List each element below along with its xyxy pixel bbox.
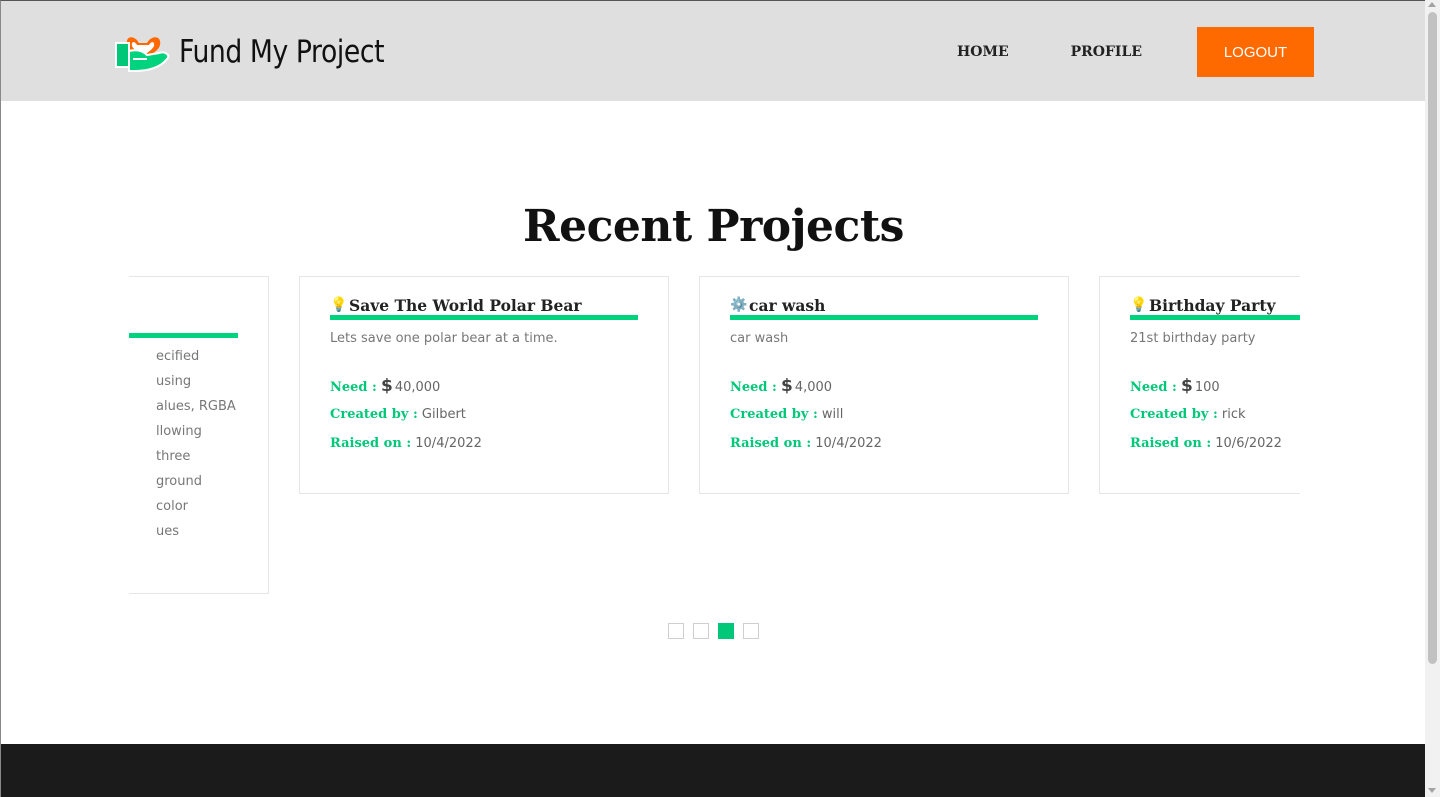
- raised-on-row: Raised on : 10/6/2022: [1130, 435, 1300, 464]
- carousel-dot[interactable]: [693, 623, 709, 639]
- card-description-line: ues: [156, 524, 180, 539]
- lightbulb-icon: 💡: [330, 297, 348, 313]
- projects-carousel[interactable]: ecified using alues, RGBA llowing three …: [129, 276, 1300, 596]
- need-label: Need :: [730, 380, 777, 395]
- card-meta: Need : $4,000 Created by : will Raised o…: [730, 377, 1038, 464]
- section-title: Recent Projects: [523, 201, 904, 252]
- created-by-value: will: [821, 407, 844, 422]
- card-title[interactable]: ⚙️ car wash: [730, 295, 1038, 315]
- need-label: Need :: [1130, 380, 1177, 395]
- need-label: Need :: [330, 380, 377, 395]
- carousel-dot[interactable]: [743, 623, 759, 639]
- nav-home-link[interactable]: HOME: [957, 44, 1009, 60]
- lightbulb-icon: 💡: [1130, 297, 1148, 313]
- need-value: 40,000: [394, 380, 441, 395]
- card-title-underline: [129, 333, 238, 338]
- project-card[interactable]: 💡 Birthday Party 21st birthday party Nee…: [1099, 276, 1300, 494]
- created-by-row: Created by : Gilbert: [330, 406, 638, 435]
- raised-on-label: Raised on :: [730, 436, 812, 451]
- dollar-icon: $: [380, 376, 393, 396]
- carousel-pagination: [668, 623, 768, 639]
- card-title[interactable]: 💡 Birthday Party: [1130, 295, 1300, 315]
- created-by-label: Created by :: [330, 407, 418, 422]
- header: Fund My Project HOME PROFILE LOGOUT: [1, 1, 1425, 101]
- card-description-line: ecified using: [156, 349, 200, 389]
- need-row: Need : $40,000: [330, 377, 638, 406]
- card-title-text: Birthday Party: [1149, 295, 1276, 315]
- card-title-underline: [330, 315, 638, 320]
- raised-on-label: Raised on :: [1130, 436, 1212, 451]
- raised-on-label: Raised on :: [330, 436, 412, 451]
- created-by-label: Created by :: [1130, 407, 1218, 422]
- card-meta: Need : $100 Created by : rick Raised on …: [1130, 377, 1300, 464]
- gear-icon: ⚙️: [730, 297, 748, 313]
- raised-on-value: 10/4/2022: [415, 436, 482, 451]
- scrollbar-thumb[interactable]: [1428, 12, 1437, 664]
- card-description: 21st birthday party: [1130, 331, 1256, 346]
- project-card[interactable]: ⚙️ car wash car wash Need : $4,000 Creat…: [699, 276, 1069, 494]
- created-by-row: Created by : rick: [1130, 406, 1300, 435]
- card-description: car wash: [730, 331, 789, 346]
- carousel-dot[interactable]: [668, 623, 684, 639]
- dollar-icon: $: [780, 376, 793, 396]
- raised-on-row: Raised on : 10/4/2022: [730, 435, 1038, 464]
- carousel-dot[interactable]: [718, 623, 734, 639]
- card-description: ecified using alues, RGBA llowing three …: [129, 344, 238, 544]
- raised-on-value: 10/6/2022: [1215, 436, 1282, 451]
- page: Fund My Project HOME PROFILE LOGOUT Rece…: [0, 0, 1425, 797]
- card-title-text: car wash: [749, 295, 826, 315]
- card-title-underline: [730, 315, 1038, 320]
- card-meta: Need : $40,000 Created by : Gilbert Rais…: [330, 377, 638, 464]
- need-row: Need : $4,000: [730, 377, 1038, 406]
- footer: [1, 744, 1425, 797]
- created-by-label: Created by :: [730, 407, 818, 422]
- created-by-row: Created by : will: [730, 406, 1038, 435]
- need-value: 100: [1194, 380, 1220, 395]
- card-title-underline: [1130, 315, 1300, 320]
- card-description-line: ground color: [156, 474, 202, 514]
- logout-button[interactable]: LOGOUT: [1197, 27, 1314, 77]
- card-description-line: alues, RGBA: [156, 399, 236, 414]
- logo[interactable]: Fund My Project: [113, 27, 417, 77]
- vertical-scrollbar[interactable]: [1425, 0, 1440, 797]
- card-title[interactable]: 💡 Save The World Polar Bear: [330, 295, 638, 315]
- main-nav: HOME PROFILE LOGOUT: [957, 27, 1314, 77]
- scroll-down-arrow-icon[interactable]: [1428, 788, 1436, 793]
- created-by-value: Gilbert: [421, 407, 466, 422]
- scroll-up-arrow-icon[interactable]: [1428, 2, 1436, 7]
- card-title-text: Save The World Polar Bear: [349, 295, 582, 315]
- card-description-line: llowing three: [156, 424, 202, 464]
- project-card[interactable]: 💡 Save The World Polar Bear Lets save on…: [299, 276, 669, 494]
- project-card-partial[interactable]: ecified using alues, RGBA llowing three …: [129, 276, 269, 594]
- need-value: 4,000: [794, 380, 833, 395]
- dollar-icon: $: [1180, 376, 1193, 396]
- logo-text: Fund My Project: [179, 34, 385, 70]
- created-by-value: rick: [1221, 407, 1246, 422]
- need-row: Need : $100: [1130, 377, 1300, 406]
- raised-on-row: Raised on : 10/4/2022: [330, 435, 638, 464]
- raised-on-value: 10/4/2022: [815, 436, 882, 451]
- card-description: Lets save one polar bear at a time.: [330, 331, 558, 346]
- logo-hand-heart-icon: [115, 37, 170, 72]
- nav-profile-link[interactable]: PROFILE: [1071, 44, 1142, 60]
